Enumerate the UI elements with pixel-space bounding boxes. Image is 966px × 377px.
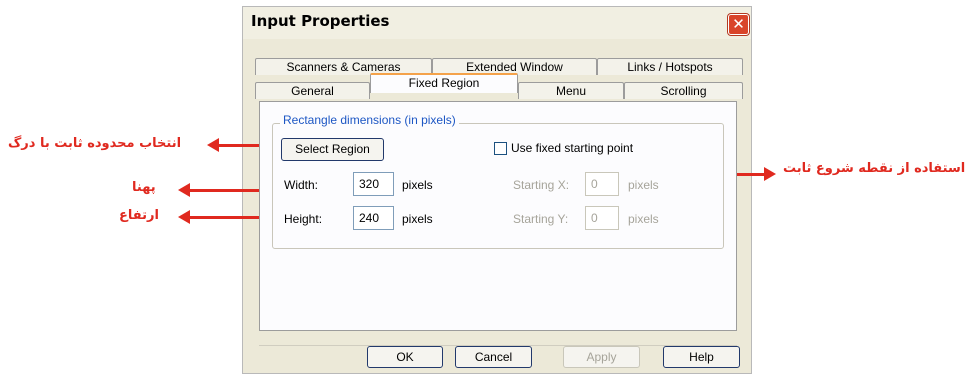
tab-menu[interactable]: Menu (518, 82, 624, 99)
height-unit: pixels (402, 212, 433, 226)
cancel-button[interactable]: Cancel (455, 346, 532, 368)
annotation-fixed-start: استفاده از نقطه شروع ثابت (783, 161, 966, 176)
starting-x-unit: pixels (628, 178, 659, 192)
width-label: Width: (284, 178, 319, 192)
tab-links-hotspots[interactable]: Links / Hotspots (597, 58, 743, 75)
select-region-button[interactable]: Select Region (281, 138, 384, 161)
starting-y-input[interactable]: 0 (585, 206, 619, 230)
width-unit: pixels (402, 178, 433, 192)
starting-y-unit: pixels (628, 212, 659, 226)
tab-general[interactable]: General (255, 82, 370, 99)
tab-scrolling[interactable]: Scrolling (624, 82, 743, 99)
input-properties-dialog: Input Properties ✕ Scanners & Cameras Ex… (242, 6, 752, 374)
use-fixed-start-label[interactable]: Use fixed starting point (511, 141, 633, 155)
annotation-width: پهنا (132, 180, 156, 195)
annotation-select-region: انتخاب محدوده ثابت با درگ (8, 136, 182, 151)
close-icon[interactable]: ✕ (728, 14, 749, 35)
starting-x-label: Starting X: (513, 178, 570, 192)
height-label: Height: (284, 212, 323, 226)
tab-fixed-region[interactable]: Fixed Region (370, 73, 518, 93)
annotation-height: ارتفاع (119, 208, 159, 223)
ok-button[interactable]: OK (367, 346, 443, 368)
starting-x-input[interactable]: 0 (585, 172, 619, 196)
group-legend: Rectangle dimensions (in pixels) (280, 113, 459, 127)
arrow-line-width (188, 189, 269, 192)
arrow-line-height (188, 216, 269, 219)
use-fixed-start-checkbox[interactable] (494, 142, 507, 155)
help-button[interactable]: Help (663, 346, 740, 368)
title-bar[interactable]: Input Properties ✕ (243, 7, 751, 39)
starting-y-label: Starting Y: (513, 212, 569, 226)
arrow-right-icon (764, 167, 776, 181)
height-input[interactable]: 240 (353, 206, 394, 230)
window-title: Input Properties (251, 12, 390, 30)
width-input[interactable]: 320 (353, 172, 394, 196)
apply-button[interactable]: Apply (563, 346, 640, 368)
